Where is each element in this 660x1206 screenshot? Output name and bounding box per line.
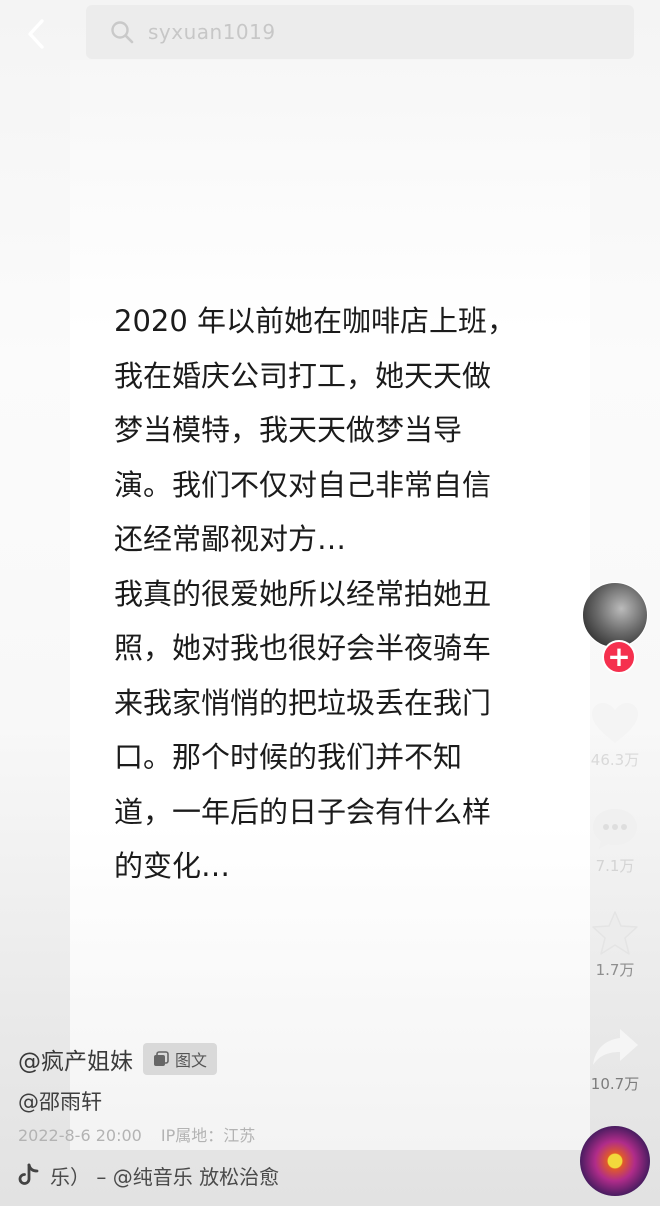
post-line: 道，一年后的日子会有什么样 [114, 794, 492, 829]
plus-icon: + [607, 640, 631, 673]
favorite-button[interactable]: 1.7万 [578, 906, 652, 980]
music-title: 乐） – @纯音乐 放松治愈 [50, 1164, 280, 1189]
music-info[interactable]: 乐） – @纯音乐 放松治愈 [18, 1160, 578, 1190]
heart-icon [592, 703, 638, 743]
author-name[interactable]: @疯产姐妹 [18, 1042, 133, 1076]
like-count: 46.3万 [590, 751, 640, 769]
mention-link[interactable]: @邵雨轩 [18, 1086, 578, 1116]
back-icon [28, 19, 44, 49]
author-row: @疯产姐妹 图文 [18, 1040, 578, 1078]
comment-button[interactable]: 7.1万 [578, 802, 652, 876]
post-line: 还经常鄙视对方… [114, 522, 347, 556]
avatar[interactable] [582, 582, 648, 648]
post-line: 口。那个时候的我们并不知 [114, 740, 463, 774]
post-type-label: 图文 [175, 1051, 208, 1070]
post-meta: 2022-8-6 20:00 IP属地：江苏 [18, 1122, 578, 1146]
follow-button[interactable]: + [602, 640, 636, 674]
post-line: 我在婚庆公司打工，她天天做 [114, 358, 492, 393]
post-line: 照，她对我也很好会半夜骑车 [114, 631, 492, 665]
comment-count: 7.1万 [595, 857, 635, 875]
post-line: 来我家悄悄的把垃圾丢在我门 [114, 685, 492, 720]
search-bar[interactable]: syxuan1019 [86, 5, 634, 59]
share-button[interactable]: 10.7万 [578, 1020, 652, 1094]
tiktok-note-icon [18, 1163, 39, 1185]
search-query: syxuan1019 [148, 20, 276, 44]
post-line: 演。我们不仅对自己非常自信 [114, 467, 492, 502]
favorite-count: 1.7万 [595, 961, 635, 979]
top-bar: syxuan1019 [0, 0, 660, 64]
share-icon [593, 1029, 638, 1065]
post-line: 我真的很爱她所以经常拍她丑 [114, 576, 492, 611]
search-icon [110, 19, 136, 45]
star-icon [592, 911, 638, 955]
music-disc[interactable] [580, 1126, 650, 1196]
post-date: 2022-8-6 20:00 [18, 1126, 142, 1145]
post-type-badge: 图文 [143, 1043, 218, 1075]
image-text-icon [154, 1051, 169, 1066]
post-line: 梦当模特，我天天做梦当导 [114, 413, 463, 447]
post-info: @疯产姐妹 图文 @邵雨轩 2022-8-6 20:00 IP属地：江苏 乐） … [18, 1040, 578, 1190]
post-line: 的变化… [114, 849, 231, 883]
author-avatar-group: + [582, 582, 650, 674]
comment-icon [593, 809, 637, 849]
share-count: 10.7万 [590, 1075, 640, 1093]
post-line: 2020 年以前她在咖啡店上班， [114, 304, 517, 338]
post-text: 2020 年以前她在咖啡店上班， 我在婚庆公司打工，她天天做 梦当模特，我天天做… [114, 294, 544, 894]
like-button[interactable]: 46.3万 [578, 696, 652, 770]
back-button[interactable] [14, 12, 58, 56]
ip-location: IP属地：江苏 [160, 1126, 256, 1145]
